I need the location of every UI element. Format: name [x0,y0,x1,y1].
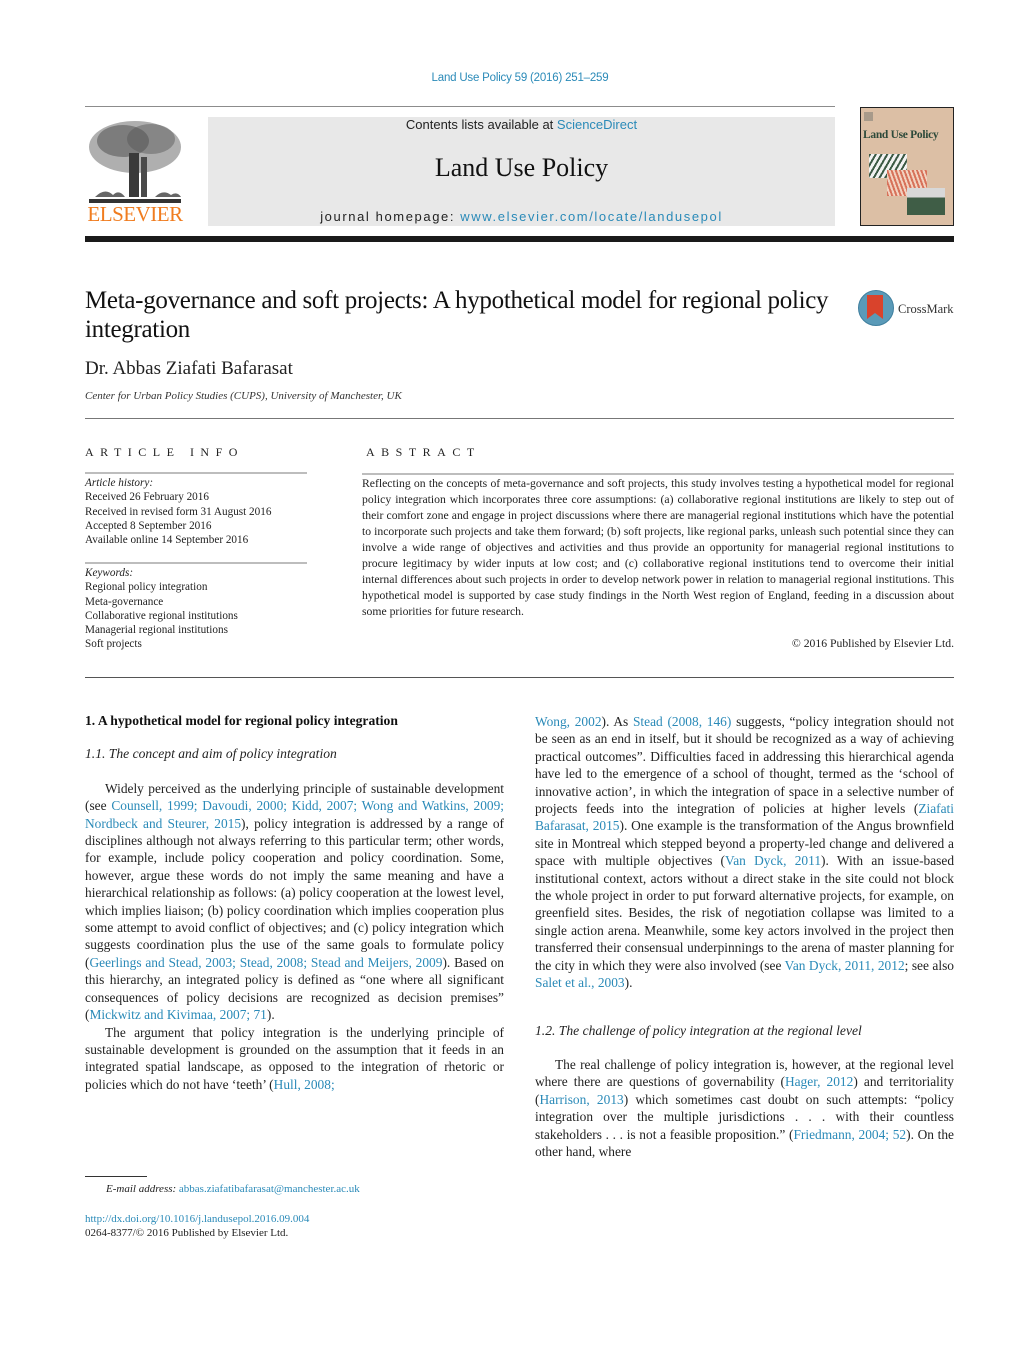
history-received: Received 26 February 2016 [85,491,209,504]
homepage-link[interactable]: www.elsevier.com/locate/landusepol [460,209,723,224]
author-name: Dr. Abbas Ziafati Bafarasat [85,358,293,379]
citation-link[interactable]: Geerlings and Stead, 2003; Stead, 2008; … [89,955,442,970]
citation-link[interactable]: Harrison, 2013 [539,1092,623,1107]
paragraph-text: ; see also [904,957,954,973]
abstract-rule [362,473,954,475]
paragraph-text: ). [266,1007,275,1023]
article-info-rule [85,472,307,474]
paragraph: The real challenge of policy integration… [535,1056,954,1160]
sciencedirect-link[interactable]: ScienceDirect [557,117,637,132]
paragraph: Widely perceived as the underlying princ… [85,780,504,1024]
journal-cover-thumbnail[interactable]: Land Use Policy [860,107,954,226]
paragraph-text: ). [624,975,633,991]
publisher-mark-icon [864,112,873,121]
email-label: E-mail address: [106,1183,179,1195]
cover-image-3 [907,188,945,215]
footnote-rule [85,1176,147,1177]
paragraph-text: ). As [601,714,633,729]
history-accepted: Accepted 8 September 2016 [85,519,212,532]
journal-title: Land Use Policy [434,153,609,182]
contents-prefix: Contents lists available at [405,117,557,132]
header-divider [85,106,835,107]
elsevier-logo[interactable]: ELSEVIER [85,117,185,227]
citation-link[interactable]: Hager, 2012 [785,1074,853,1089]
keywords-rule [85,562,307,564]
paragraph-text: ), policy integration is addressed by a … [85,815,504,970]
subsection-heading: 1.1. The concept and aim of policy integ… [85,746,337,762]
keyword: Regional policy integration [85,581,208,594]
title-divider [85,418,954,419]
article-info-heading: ARTICLE INFO [85,445,244,459]
abstract-copyright: © 2016 Published by Elsevier Ltd. [791,637,954,650]
subsection-heading: 1.2. The challenge of policy integration… [535,1022,862,1038]
homepage-prefix: journal homepage: [320,209,461,224]
keyword: Meta-governance [85,595,164,608]
article-history: Article history: Received 26 February 20… [85,476,325,547]
doi-link[interactable]: http://dx.doi.org/10.1016/j.landusepol.2… [85,1212,309,1226]
contents-line: Contents lists available at ScienceDirec… [208,117,835,132]
citation-link[interactable]: Van Dyck, 2011 [725,853,821,868]
elsevier-tree-icon [89,121,181,203]
keyword: Collaborative regional institutions [85,609,238,622]
crossmark-label: CrossMark [898,302,954,316]
article-history-label: Article history: [85,477,154,489]
journal-masthead: Contents lists available at ScienceDirec… [208,117,835,226]
cover-title: Land Use Policy [863,129,939,141]
elsevier-wordmark: ELSEVIER [87,202,183,226]
paragraph: The argument that policy integration is … [85,1024,504,1094]
keyword: Soft projects [85,638,142,651]
journal-homepage: journal homepage: www.elsevier.com/locat… [208,209,835,224]
paragraph-text: suggests, “policy integration should not… [535,714,954,817]
body-right-column: Wong, 2002). As Stead (2008, 146) sugges… [535,713,954,1160]
history-online: Available online 14 September 2016 [85,534,249,547]
crossmark-button[interactable]: CrossMark [858,290,958,330]
keywords: Keywords: Regional policy integration Me… [85,566,325,652]
paragraph: Wong, 2002). As Stead (2008, 146) sugges… [535,713,954,992]
citation-link[interactable]: Wong, 2002 [535,714,602,729]
citation-link[interactable]: Salet et al., 2003 [535,975,625,990]
keyword: Managerial regional institutions [85,624,228,637]
article-title: Meta-governance and soft projects: A hyp… [85,287,829,343]
journal-citation[interactable]: Land Use Policy 59 (2016) 251–259 [0,72,1020,84]
citation-link[interactable]: Hull, 2008; [274,1077,335,1092]
citation-link[interactable]: Friedmann, 2004; 52 [793,1127,906,1142]
body-left-column: 1. A hypothetical model for regional pol… [85,712,504,1093]
citation-link[interactable]: Van Dyck, 2011, 2012 [785,958,905,973]
author-affiliation: Center for Urban Policy Studies (CUPS), … [85,390,402,402]
history-revised: Received in revised form 31 August 2016 [85,505,272,518]
section-heading: 1. A hypothetical model for regional pol… [85,713,398,728]
abstract-heading: ABSTRACT [366,445,481,459]
header-thick-rule [85,236,954,242]
citation-link[interactable]: Stead (2008, 146) [633,714,731,729]
citation-link[interactable]: Mickwitz and Kivimaa, 2007; 71 [89,1007,266,1022]
abstract-text: Reflecting on the concepts of meta-gover… [362,477,954,618]
keywords-label: Keywords: [85,567,134,579]
footnote-email: E-mail address: abbas.ziafatibafarasat@m… [106,1183,360,1195]
paragraph-text: ). With an issue-based institutional con… [535,853,955,973]
doi-block: http://dx.doi.org/10.1016/j.landusepol.2… [85,1212,309,1240]
issn-copyright: 0264-8377/© 2016 Published by Elsevier L… [85,1227,289,1239]
email-link[interactable]: abbas.ziafatibafarasat@manchester.ac.uk [179,1183,360,1195]
abstract-divider [85,677,954,678]
